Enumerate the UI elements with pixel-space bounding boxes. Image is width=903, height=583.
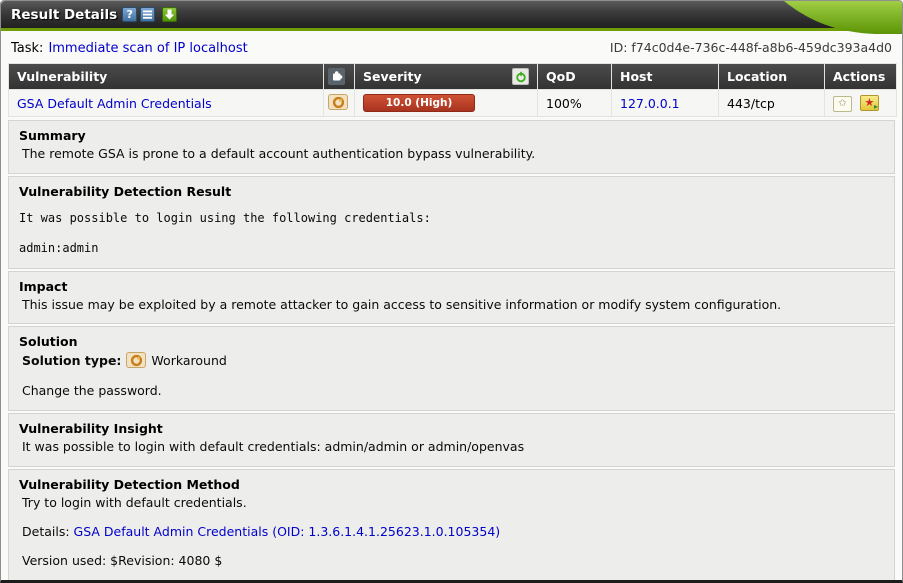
location-cell: 443/tcp [719, 90, 824, 116]
actions-cell: ✩ ★ ▸ [825, 90, 896, 116]
override-arrow-glyph: ▸ [874, 103, 878, 111]
task-link[interactable]: Immediate scan of IP localhost [48, 41, 247, 56]
severity-bar: 10.0 (High) [363, 94, 475, 112]
column-severity-label: Severity [363, 69, 422, 84]
workaround-icon [328, 94, 348, 110]
help-icon[interactable]: ? [122, 7, 137, 22]
list-icon[interactable] [140, 7, 155, 22]
download-icon-glyph [163, 8, 176, 21]
insight-heading: Vulnerability Insight [19, 421, 884, 436]
solution-type-label: Solution type: [22, 353, 121, 368]
detection-result-line1: It was possible to login using the follo… [19, 211, 884, 225]
list-icon-glyph [142, 9, 153, 20]
result-row: GSA Default Admin Credentials 10.0 (High… [9, 90, 896, 116]
impact-heading: Impact [19, 279, 884, 294]
power-icon-glyph [515, 71, 527, 83]
add-override-icon[interactable]: ★ ▸ [860, 95, 879, 111]
page-title: Result Details [11, 7, 117, 23]
solution-type-line: Solution type: Workaround [22, 352, 884, 368]
details-line: Details: GSA Default Admin Credentials (… [22, 524, 884, 539]
add-note-icon[interactable]: ✩ [833, 96, 852, 112]
task-label: Task: [11, 41, 43, 56]
column-solution-type[interactable] [324, 64, 354, 89]
detection-method-text: Try to login with default credentials. [22, 495, 884, 511]
section-summary: Summary The remote GSA is prone to a def… [8, 120, 895, 174]
puzzle-icon[interactable] [328, 68, 345, 85]
column-severity[interactable]: Severity [355, 64, 537, 89]
result-id: ID: f74c0d4e-736c-448f-a8b6-459dc393a4d0 [610, 40, 892, 55]
green-corner-decoration [687, 1, 902, 34]
host-cell: 127.0.0.1 [612, 90, 718, 116]
details-label: Details: [22, 524, 70, 539]
result-details-page: Result Details ? Task: Immediate scan of… [0, 0, 903, 583]
detail-sections: Summary The remote GSA is prone to a def… [8, 120, 895, 582]
solution-type-cell [324, 90, 354, 116]
column-qod[interactable]: QoD [538, 64, 611, 89]
qod-cell: 100% [538, 90, 611, 116]
workaround-icon-glyph [332, 96, 345, 109]
column-host[interactable]: Host [612, 64, 718, 89]
vulnerability-link[interactable]: GSA Default Admin Credentials [17, 96, 212, 111]
summary-heading: Summary [19, 128, 884, 143]
severity-cell: 10.0 (High) [355, 90, 537, 116]
workaround-icon-glyph [130, 354, 143, 367]
solution-text: Change the password. [22, 383, 884, 399]
host-link[interactable]: 127.0.0.1 [620, 96, 680, 111]
detection-result-heading: Vulnerability Detection Result [19, 184, 884, 199]
section-impact: Impact This issue may be exploited by a … [8, 271, 895, 325]
task-line: Task: Immediate scan of IP localhost ID:… [1, 31, 902, 63]
section-insight: Vulnerability Insight It was possible to… [8, 413, 895, 467]
insight-text: It was possible to login with default cr… [22, 439, 884, 455]
column-vulnerability[interactable]: Vulnerability [9, 64, 323, 89]
nvt-details-link[interactable]: GSA Default Admin Credentials (OID: 1.3.… [74, 524, 501, 539]
impact-text: This issue may be exploited by a remote … [22, 297, 884, 313]
column-actions: Actions [825, 64, 896, 89]
column-location[interactable]: Location [719, 64, 824, 89]
section-solution: Solution Solution type: Workaround Chang… [8, 326, 895, 411]
workaround-icon [126, 352, 146, 368]
vulnerability-cell: GSA Default Admin Credentials [9, 90, 323, 116]
download-icon[interactable] [162, 7, 177, 22]
section-detection-result: Vulnerability Detection Result It was po… [8, 176, 895, 269]
section-detection-method: Vulnerability Detection Method Try to lo… [8, 469, 895, 583]
version-line: Version used: $Revision: 4080 $ [22, 553, 884, 568]
overrides-toggle-icon[interactable] [512, 68, 529, 85]
solution-heading: Solution [19, 334, 884, 349]
solution-type-value: Workaround [151, 353, 226, 368]
puzzle-icon-glyph [331, 70, 343, 82]
summary-text: The remote GSA is prone to a default acc… [22, 146, 884, 162]
detection-method-heading: Vulnerability Detection Method [19, 477, 884, 492]
detection-result-line2: admin:admin [19, 241, 884, 255]
result-table-header-row: Vulnerability Severity [9, 64, 896, 89]
result-table: Vulnerability Severity [8, 63, 897, 117]
override-star-glyph: ★ [865, 96, 875, 109]
titlebar: Result Details ? [1, 1, 902, 31]
